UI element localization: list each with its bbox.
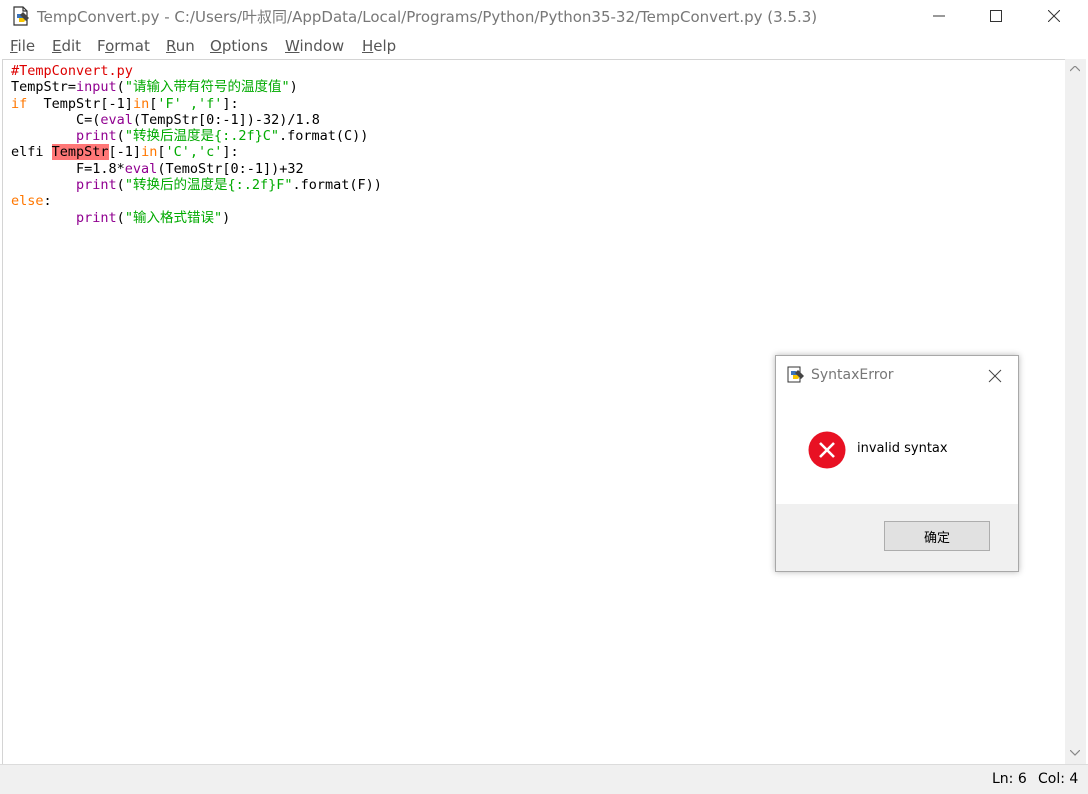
menu-options[interactable]: Options — [210, 37, 268, 55]
close-button[interactable] — [1031, 0, 1077, 32]
scroll-up-icon[interactable] — [1070, 66, 1080, 72]
scroll-down-icon[interactable] — [1070, 750, 1080, 756]
menu-run[interactable]: Run — [166, 37, 195, 55]
syntax-error-highlight: TempStr — [51, 144, 109, 161]
window-title: TempConvert.py - C:/Users/叶叔同/AppData/Lo… — [37, 8, 818, 26]
python-icon — [787, 366, 804, 383]
title-bar: TempConvert.py - C:/Users/叶叔同/AppData/Lo… — [0, 0, 1088, 32]
menu-window[interactable]: Window — [285, 37, 344, 55]
code-text: #TempConvert.py TempStr=input("请输入带有符号的温… — [11, 63, 382, 226]
menu-edit[interactable]: Edit — [52, 37, 81, 55]
dialog-title: SyntaxError — [811, 367, 894, 383]
error-message: invalid syntax — [857, 441, 948, 456]
code-comment: #TempConvert.py — [11, 63, 133, 79]
maximize-icon — [990, 10, 1002, 22]
menu-format[interactable]: Format — [97, 37, 150, 55]
error-icon — [808, 431, 846, 469]
menu-help[interactable]: Help — [362, 37, 396, 55]
status-line: Ln: 6 — [992, 771, 1027, 787]
menu-bar: File Edit Format Run Options Window Help — [0, 34, 1088, 58]
syntax-error-dialog: SyntaxError invalid syntax 确定 — [775, 355, 1019, 572]
minimize-icon — [933, 15, 945, 17]
maximize-button[interactable] — [973, 0, 1019, 32]
dialog-footer: 确定 — [776, 504, 1018, 571]
status-bar: Ln: 6 Col: 4 — [0, 764, 1088, 794]
minimize-button[interactable] — [916, 0, 962, 32]
status-column: Col: 4 — [1038, 771, 1079, 787]
menu-file[interactable]: File — [10, 37, 35, 55]
ok-button[interactable]: 确定 — [884, 521, 990, 551]
dialog-close-icon[interactable] — [984, 366, 1006, 386]
python-file-icon — [13, 6, 29, 26]
idle-editor-window: TempConvert.py - C:/Users/叶叔同/AppData/Lo… — [0, 0, 1088, 794]
close-icon — [1048, 10, 1060, 22]
vertical-scrollbar[interactable] — [1065, 59, 1086, 764]
